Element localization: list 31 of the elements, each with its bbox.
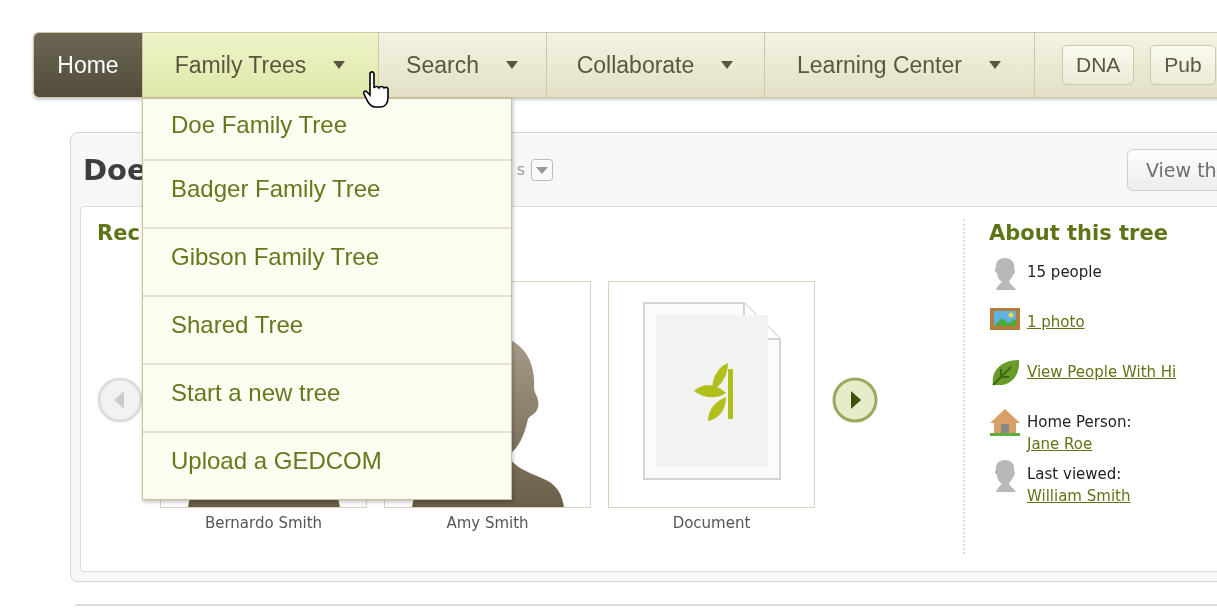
menu-item[interactable]: Upload a GEDCOM <box>143 431 511 499</box>
about-link[interactable]: Jane Roe <box>1027 433 1132 455</box>
people-count: 15 people <box>1027 262 1102 283</box>
options-label: s <box>516 160 525 179</box>
menu-item[interactable]: Gibson Family Tree <box>143 227 511 295</box>
dropdown-icon[interactable] <box>531 158 553 181</box>
menu-item[interactable]: Start a new tree <box>143 363 511 431</box>
nav-tab[interactable]: Family Trees <box>143 33 379 97</box>
media-tile[interactable] <box>608 281 815 508</box>
house-icon <box>989 407 1021 437</box>
picture-frame-icon <box>989 307 1021 333</box>
media-caption: Amy Smith <box>446 514 529 532</box>
menu-item[interactable]: Shared Tree <box>143 295 511 363</box>
media-caption: Document <box>672 514 751 532</box>
about-label: Home Person: <box>1027 412 1132 433</box>
about-link[interactable]: William Smith <box>1027 485 1131 507</box>
document-leaf-icon <box>641 301 782 481</box>
hand-cursor-icon <box>363 70 391 110</box>
nav-tab[interactable]: Collaborate <box>547 33 765 97</box>
about-link[interactable]: 1 photo <box>1027 311 1085 333</box>
menu-item[interactable]: Badger Family Tree <box>143 159 511 227</box>
nav-button[interactable]: Pub <box>1150 45 1216 85</box>
nav-tab[interactable]: Home <box>34 33 143 97</box>
nav-tab[interactable]: Learning Center <box>765 33 1035 97</box>
media-caption: Bernardo Smith <box>204 514 323 532</box>
about-label: Last viewed: <box>1027 464 1123 485</box>
about-link[interactable]: View People With Hi <box>1027 361 1177 383</box>
section-heading: Rec <box>97 221 141 245</box>
about-heading: About this tree <box>989 221 1169 245</box>
nav-button[interactable]: DNA <box>1062 45 1135 85</box>
view-button[interactable]: View th <box>1127 148 1217 191</box>
